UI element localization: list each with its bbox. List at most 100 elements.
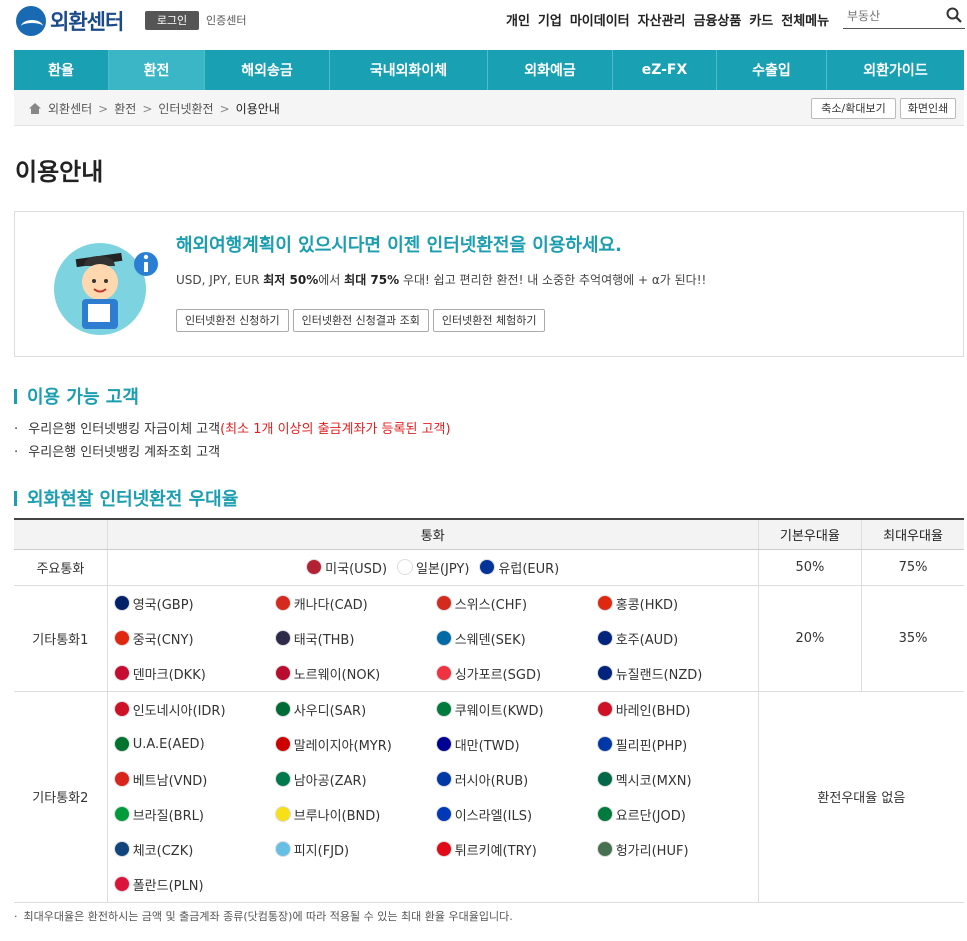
table-row: 주요통화 미국(USD) 일본(JPY) 유럽(EUR) 50% 75% <box>14 549 964 586</box>
currency-label: 남아공(ZAR) <box>293 773 367 789</box>
nav-ez-fx[interactable]: eZ-FX <box>613 50 717 90</box>
section-title-text: 외화현찰 인터넷환전 우대율 <box>27 489 239 510</box>
flag-icon <box>274 665 291 681</box>
table-header-row: 통화 기본우대율 최대우대율 <box>14 518 964 550</box>
currency-label: 호주(AUD) <box>615 632 679 648</box>
currency-item: 유럽(EUR) <box>479 550 559 585</box>
row-currencies: 영국(GBP) 캐나다(CAD) 스위스(CHF) 홍콩(HKD) 중국(CNY) 태국(… <box>106 585 759 692</box>
row-currencies: 인도네시아(IDR) 사우디(SAR) 쿠웨이트(KWD) 바레인(BHD) U.A.E… <box>106 691 759 903</box>
currency-label: 피지(FJD) <box>293 843 350 859</box>
currency-label: 필리핀(PHP) <box>615 738 688 754</box>
search-icon[interactable] <box>946 7 962 23</box>
search-input[interactable] <box>843 5 938 27</box>
eligible-bullet-1: 우리은행 인터넷뱅킹 자금이체 고객(최소 1개 이상의 출금계좌가 등록된 고… <box>14 418 451 437</box>
gnb-all-menu[interactable]: 전체메뉴 <box>781 10 829 29</box>
nav-overseas-remit[interactable]: 해외송금 <box>205 50 330 90</box>
gnb-personal[interactable]: 개인 <box>506 10 530 29</box>
currency-label: 바레인(BHD) <box>615 703 691 719</box>
currency-item: 덴마크(DKK) <box>113 656 275 691</box>
flag-icon <box>113 771 130 787</box>
nav-domestic-transfer[interactable]: 국내외화이체 <box>330 50 488 90</box>
bullet2-text: 우리은행 인터넷뱅킹 계좌조회 고객 <box>28 445 221 460</box>
header-type <box>14 518 108 550</box>
gnb-card[interactable]: 카드 <box>749 10 773 29</box>
currency-item: 바레인(BHD) <box>596 692 758 727</box>
currency-item: 말레이지아(MYR) <box>274 727 436 762</box>
apply-internet-exchange-button[interactable]: 인터넷환전 신청하기 <box>176 309 289 332</box>
currency-item: 일본(JPY) <box>397 550 469 585</box>
gnb-products[interactable]: 금융상품 <box>694 10 742 29</box>
promo-text: USD, JPY, EUR 최저 50%에서 최대 75% 우대! 쉽고 편리한… <box>176 271 706 288</box>
currency-label: 태국(THB) <box>293 632 355 648</box>
currency-item: 러시아(RUB) <box>435 762 597 797</box>
currency-label: 중국(CNY) <box>132 632 194 648</box>
flag-icon <box>596 630 613 646</box>
nav-fx-guide[interactable]: 외환가이드 <box>827 50 964 90</box>
row-currencies: 미국(USD) 일본(JPY) 유럽(EUR) <box>106 549 759 586</box>
currency-item: 중국(CNY) <box>113 621 275 656</box>
flag-icon <box>113 665 130 681</box>
flag-icon <box>596 841 613 857</box>
gnb-business[interactable]: 기업 <box>538 10 562 29</box>
currency-item: 쿠웨이트(KWD) <box>435 692 597 727</box>
zoom-button[interactable]: 축소/확대보기 <box>811 98 896 119</box>
flag-icon <box>113 841 130 857</box>
currency-list: 영국(GBP) 캐나다(CAD) 스위스(CHF) 홍콩(HKD) 중국(CNY) 태국(… <box>108 586 758 691</box>
nav-fx-deposit[interactable]: 외화예금 <box>488 50 613 90</box>
login-button[interactable]: 로그인 <box>145 11 199 30</box>
flag-icon <box>596 665 613 681</box>
crumb-separator: > <box>219 101 230 116</box>
nav-trade[interactable]: 수출입 <box>717 50 827 90</box>
crumb-internet-exchange[interactable]: 인터넷환전 <box>158 100 213 117</box>
promo-text-suffix: 우대! 쉽고 편리한 환전! 내 소중한 추억여행에 + α가 된다!! <box>399 273 707 287</box>
currency-label: 베트남(VND) <box>132 773 208 789</box>
global-nav: 개인 기업 마이데이터 자산관리 금융상품 카드 전체메뉴 <box>506 10 837 29</box>
breadcrumb: 외환센터 > 환전 > 인터넷환전 > 이용안내 <box>28 100 280 117</box>
section-title-eligible: 이용 가능 고객 <box>14 383 139 409</box>
logo[interactable]: 외환센터 <box>16 6 124 36</box>
currency-item: 인도네시아(IDR) <box>113 692 275 727</box>
gnb-mydata[interactable]: 마이데이터 <box>570 10 630 29</box>
flag-icon <box>274 806 291 822</box>
flag-icon <box>596 736 613 752</box>
print-button[interactable]: 화면인쇄 <box>900 98 956 119</box>
promo-text-prefix: USD, JPY, EUR <box>176 273 264 287</box>
currency-item: 체코(CZK) <box>113 832 275 867</box>
gnb-asset[interactable]: 자산관리 <box>638 10 686 29</box>
flag-icon <box>596 701 613 717</box>
currency-item: 싱가포르(SGD) <box>435 656 597 691</box>
nav-exchange[interactable]: 환전 <box>109 50 205 90</box>
currency-label: 뉴질랜드(NZD) <box>615 667 703 683</box>
section-title-rate: 외화현찰 인터넷환전 우대율 <box>14 485 238 511</box>
table-row: 기타통화2 인도네시아(IDR) 사우디(SAR) 쿠웨이트(KWD) 바레인(BHD… <box>14 691 964 903</box>
currency-label: 대만(TWD) <box>454 738 520 754</box>
home-icon[interactable] <box>28 102 42 115</box>
currency-label: 말레이지아(MYR) <box>293 738 392 754</box>
graduate-info-illustration-icon <box>54 243 158 335</box>
currency-label: 노르웨이(NOK) <box>293 667 381 683</box>
currency-item: 영국(GBP) <box>113 586 275 621</box>
crumb-fx-center[interactable]: 외환센터 <box>48 100 92 117</box>
currency-label: 러시아(RUB) <box>454 773 529 789</box>
currency-label: 싱가포르(SGD) <box>454 667 542 683</box>
row-type: 기타통화2 <box>14 691 108 903</box>
row-max-rate: 75% <box>861 549 964 586</box>
row-basic-rate: 50% <box>757 549 862 586</box>
nav-exchange-rate[interactable]: 환율 <box>14 50 109 90</box>
bullet1-note: (최소 1개 이상의 출금계좌가 등록된 고객) <box>220 422 451 437</box>
row-type: 주요통화 <box>14 549 108 586</box>
flag-icon <box>479 559 496 575</box>
flag-icon <box>596 806 613 822</box>
currency-label: 미국(USD) <box>325 561 388 577</box>
currency-label: 영국(GBP) <box>132 597 194 613</box>
currency-label: 멕시코(MXN) <box>615 773 692 789</box>
crumb-current: 이용안내 <box>235 102 280 116</box>
currency-item: 캐나다(CAD) <box>274 586 436 621</box>
currency-list: 미국(USD) 일본(JPY) 유럽(EUR) <box>108 550 758 585</box>
flag-icon <box>435 701 452 717</box>
try-internet-exchange-button[interactable]: 인터넷환전 체험하기 <box>432 309 546 332</box>
crumb-exchange[interactable]: 환전 <box>114 100 136 117</box>
cert-center-link[interactable]: 인증센터 <box>206 12 246 28</box>
flag-icon <box>596 595 613 611</box>
check-exchange-result-button[interactable]: 인터넷환전 신청결과 조회 <box>292 309 429 332</box>
